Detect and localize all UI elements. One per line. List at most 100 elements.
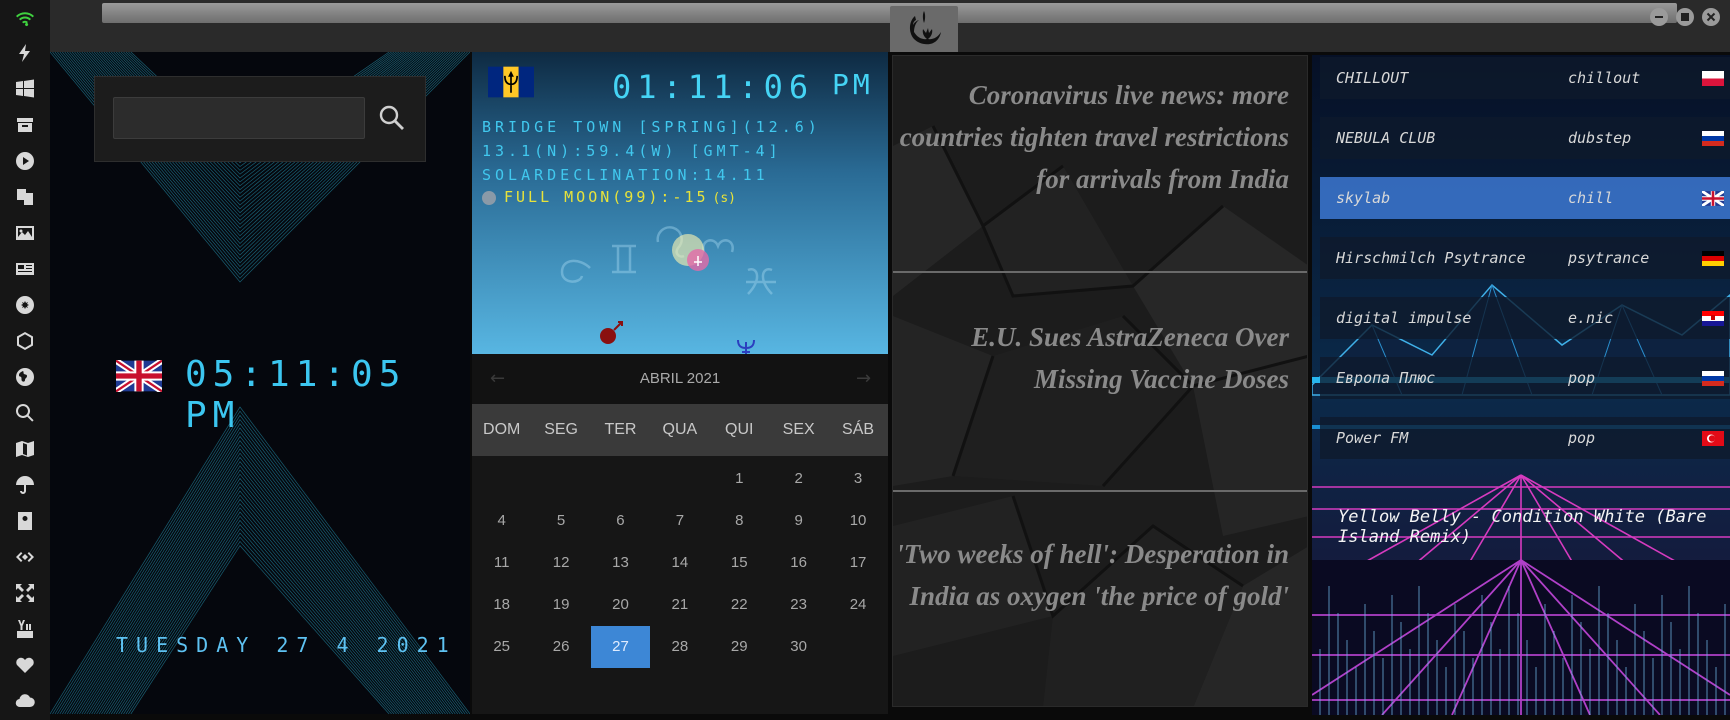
windows-icon[interactable]: [13, 77, 37, 101]
calendar-day[interactable]: 13: [591, 542, 650, 584]
close-icon: [1706, 12, 1716, 22]
close-button[interactable]: [1702, 8, 1720, 26]
search-button[interactable]: [375, 101, 409, 135]
coordinates-line: 13.1(N):59.4(W) [GMT-4]: [482, 142, 782, 160]
mars-icon: [600, 328, 616, 344]
cancer-glyph-icon: [560, 259, 591, 283]
calendar-day[interactable]: 21: [650, 584, 709, 626]
calendar-day[interactable]: 30: [769, 626, 828, 668]
calendar-day[interactable]: 25: [472, 626, 531, 668]
germany-flag-icon: [1702, 251, 1724, 266]
calendar-day[interactable]: 22: [710, 584, 769, 626]
news-headline[interactable]: E.U. Sues AstraZeneca Over Missing Vacci…: [893, 316, 1289, 400]
search-box: [94, 76, 426, 162]
calendar-day: [531, 458, 590, 500]
calendar-day[interactable]: 29: [710, 626, 769, 668]
sidebar: [0, 0, 50, 720]
radio-station[interactable]: Hirschmilch Psytrance psytrance: [1320, 237, 1730, 279]
station-genre: pop: [1568, 369, 1596, 387]
weekday-label: SEG: [544, 421, 578, 438]
calendar-day[interactable]: 4: [472, 500, 531, 542]
news-headline[interactable]: Coronavirus live news: more countries ti…: [893, 74, 1289, 200]
moon-phase-line: FULL MOON(99):-15 (s): [482, 188, 736, 206]
calendar-day[interactable]: 17: [828, 542, 887, 584]
calendar-day[interactable]: 2: [769, 458, 828, 500]
radio-station[interactable]: digital impulse e.nic: [1320, 297, 1730, 339]
calendar-day[interactable]: 16: [769, 542, 828, 584]
calendar-day[interactable]: 18: [472, 584, 531, 626]
heart-icon[interactable]: [13, 653, 37, 677]
search-icon[interactable]: [13, 401, 37, 425]
world-clock-panel: 05:11:05 PM TUESDAY 27 4 2021: [50, 52, 470, 714]
radio-station[interactable]: NEBULA CLUB dubstep: [1320, 117, 1730, 159]
rebel-logo-tab[interactable]: [890, 6, 958, 52]
date-display: TUESDAY 27 4 2021: [116, 633, 457, 657]
calendar-day[interactable]: 20: [591, 584, 650, 626]
next-month-button[interactable]: →: [856, 368, 871, 389]
moon-phase-text: FULL MOON(99):-15: [504, 188, 709, 206]
calendar-month-title: ABRIL 2021: [639, 370, 721, 387]
news-divider: [893, 490, 1307, 492]
station-genre: e.nic: [1568, 309, 1614, 327]
calendar-day[interactable]: 12: [531, 542, 590, 584]
archive-icon[interactable]: [13, 113, 37, 137]
calendar-day[interactable]: 5: [531, 500, 590, 542]
news-icon[interactable]: [13, 257, 37, 281]
calendar-day[interactable]: 19: [531, 584, 590, 626]
calendar-day[interactable]: 23: [769, 584, 828, 626]
contacts-icon[interactable]: [13, 509, 37, 533]
cloud-icon[interactable]: [13, 689, 37, 713]
calendar-day[interactable]: 1: [710, 458, 769, 500]
gemini-glyph-icon: [612, 244, 636, 274]
station-genre: dubstep: [1568, 129, 1632, 147]
image-icon[interactable]: [13, 221, 37, 245]
calendar-header: ← ABRIL 2021 →: [472, 354, 888, 404]
network-icon[interactable]: [13, 329, 37, 353]
astro-clock-panel: 01:11:06 PM BRIDGE TOWN [SPRING](12.6) 1…: [472, 52, 888, 354]
settings-icon[interactable]: [13, 293, 37, 317]
calendar-day[interactable]: 7: [650, 500, 709, 542]
calendar-weekday-header: DOM SEG TER QUA QUI SEX SÁB: [472, 404, 888, 456]
maximize-button[interactable]: [1676, 8, 1694, 26]
station-name: NEBULA CLUB: [1336, 129, 1436, 147]
calendar-week: 1 2 3: [472, 458, 888, 500]
youtube-icon[interactable]: [13, 617, 37, 641]
calendar-day[interactable]: 10: [828, 500, 887, 542]
moon-phase-suffix: (s): [712, 191, 737, 206]
station-genre: pop: [1568, 429, 1596, 447]
search-input[interactable]: [113, 97, 365, 139]
globe-icon[interactable]: [13, 365, 37, 389]
calendar-day[interactable]: 14: [650, 542, 709, 584]
calendar-day[interactable]: 3: [828, 458, 887, 500]
station-name: Power FM: [1336, 429, 1409, 447]
wifi-icon[interactable]: [13, 6, 37, 30]
calendar-week: 4 5 6 7 8 9 10: [472, 500, 888, 542]
news-headline[interactable]: 'Two weeks of hell': Desperation in Indi…: [893, 533, 1289, 617]
poland-flag-icon: [1702, 71, 1724, 86]
calendar-day-today[interactable]: 27: [590, 626, 651, 668]
calendar-day[interactable]: 28: [650, 626, 709, 668]
calendar-day[interactable]: 8: [710, 500, 769, 542]
radio-station-selected[interactable]: skylab chill: [1320, 177, 1730, 219]
calendar-day[interactable]: 24: [828, 584, 887, 626]
translate-icon[interactable]: [13, 185, 37, 209]
lightning-icon[interactable]: [13, 41, 37, 65]
radio-panel: CHILLOUT chillout NEBULA CLUB dubstep sk…: [1312, 55, 1730, 715]
play-icon[interactable]: [13, 149, 37, 173]
radio-station[interactable]: Power FM pop: [1320, 417, 1730, 459]
pisces-glyph-icon: [746, 268, 776, 295]
minimize-button[interactable]: [1650, 8, 1668, 26]
news-panel: Coronavirus live news: more countries ti…: [892, 55, 1308, 707]
map-icon[interactable]: [13, 437, 37, 461]
calendar-day[interactable]: 11: [472, 542, 531, 584]
radio-station[interactable]: Европа Плюс pop: [1320, 357, 1730, 399]
calendar-day[interactable]: 15: [710, 542, 769, 584]
fullscreen-icon[interactable]: [13, 581, 37, 605]
umbrella-icon[interactable]: [13, 473, 37, 497]
calendar-day[interactable]: 6: [591, 500, 650, 542]
link-icon[interactable]: [13, 545, 37, 569]
calendar-day[interactable]: 9: [769, 500, 828, 542]
radio-station[interactable]: CHILLOUT chillout: [1320, 57, 1730, 99]
station-name: Европа Плюс: [1336, 369, 1436, 387]
calendar-day[interactable]: 26: [531, 626, 590, 668]
